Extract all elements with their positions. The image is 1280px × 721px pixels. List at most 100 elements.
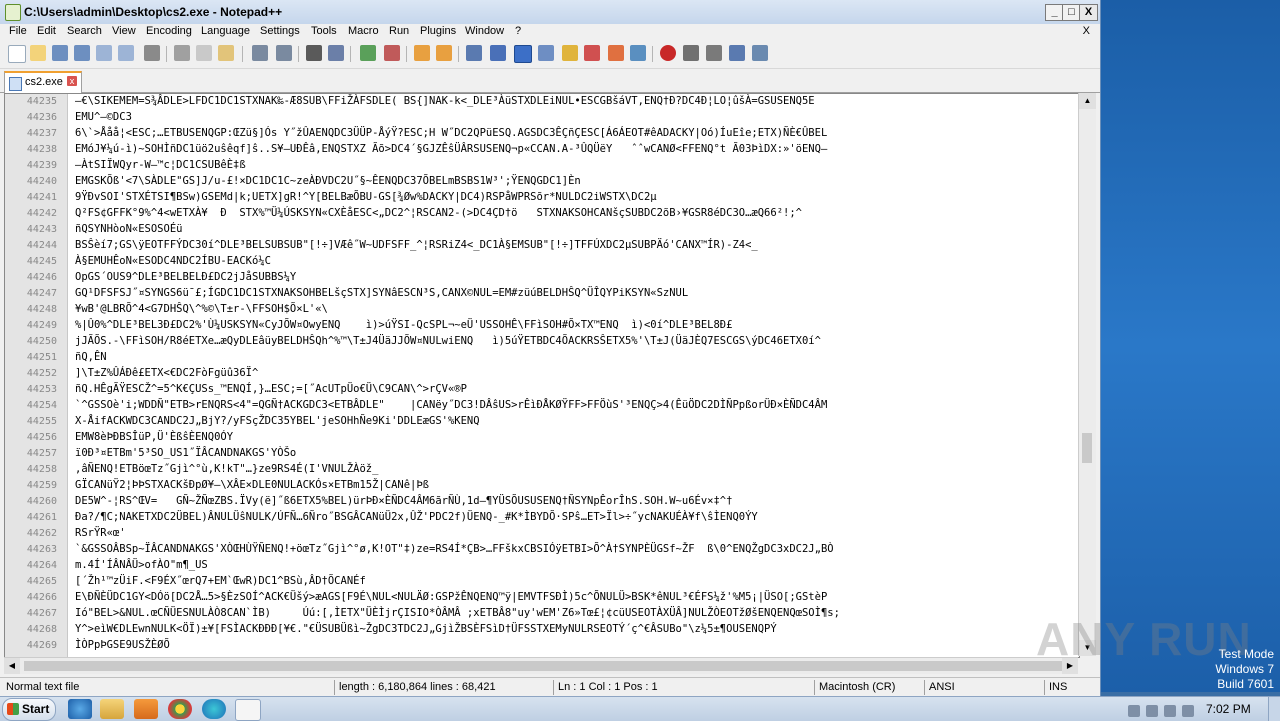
line-number: 44268: [26, 624, 57, 635]
cut-icon[interactable]: [174, 45, 190, 61]
undo-icon[interactable]: [252, 45, 268, 61]
editor-line: 44262 RSrŸR«œ': [5, 526, 1079, 542]
line-number: 44269: [26, 640, 57, 651]
chrome-icon[interactable]: [168, 699, 192, 719]
editor-line: 44249 %|Û0%^DLE³BEL3Ð£DC2%'Ù¼USKSYN«CyJÕW…: [5, 318, 1079, 334]
notepadpp-taskbar-icon[interactable]: [235, 699, 261, 721]
line-text: Ió"BEL>&NUL.œCÑÜESNULÀÒ8CAN`ÌB) Úú:[,ÌET…: [75, 607, 840, 619]
copy-icon[interactable]: [196, 45, 212, 61]
sync-vertical-icon[interactable]: [414, 45, 430, 61]
doc-map-icon[interactable]: [562, 45, 578, 61]
menu-edit[interactable]: Edit: [37, 25, 56, 37]
line-text: E\ÐÑÈÜDC1GY<DÓö[DC2Å…5>§ÈzSOÍ^ACK€Üšý>æA…: [75, 591, 828, 603]
menu-macro[interactable]: Macro: [348, 25, 379, 37]
print-icon[interactable]: [144, 45, 160, 61]
tab-close-icon[interactable]: x: [67, 76, 77, 86]
line-text: EMóJ¥¼ú-ì)~SOHÌñDC1üö2uŝêqf]ŝ..S¥–UÐÊâ,E…: [75, 143, 828, 155]
line-number: 44242: [26, 208, 57, 219]
vertical-scrollbar[interactable]: ▲ ▼: [1078, 93, 1096, 656]
replace-icon[interactable]: [328, 45, 344, 61]
explorer-icon[interactable]: [100, 699, 124, 719]
word-wrap-icon[interactable]: [466, 45, 482, 61]
editor-line: 44260 DE5W^-¦RS^ŒV= GÑ~ŽÑœZBS.ÏVy(ë]˝ß6ET…: [5, 494, 1079, 510]
indent-guide-icon[interactable]: [514, 45, 532, 63]
menu-language[interactable]: Language: [201, 25, 250, 37]
vertical-scroll-thumb[interactable]: [1082, 433, 1092, 463]
function-list-icon[interactable]: [584, 45, 600, 61]
run-macro-multiple-icon[interactable]: [729, 45, 745, 61]
status-file-type: Normal text file: [6, 681, 80, 693]
line-text: `^GSSOè'i;WDDÑ"ETB>rENQRS<4"=QGÑ†ACKGDC3…: [75, 399, 828, 411]
line-number: 44257: [26, 448, 57, 459]
tray-volume-icon[interactable]: [1164, 705, 1176, 717]
toolbar-separator: [458, 46, 459, 62]
horizontal-scroll-thumb[interactable]: [24, 661, 1064, 671]
show-all-characters-icon[interactable]: [490, 45, 506, 61]
menu-encoding[interactable]: Encoding: [146, 25, 192, 37]
close-document-button[interactable]: X: [1083, 25, 1090, 37]
playback-macro-icon[interactable]: [706, 45, 722, 61]
line-number: 44253: [26, 384, 57, 395]
tray-security-icon[interactable]: [1182, 705, 1194, 717]
save-macro-icon[interactable]: [752, 45, 768, 61]
menu-help[interactable]: ?: [515, 25, 521, 37]
menu-plugins[interactable]: Plugins: [420, 25, 456, 37]
toolbar-separator: [166, 46, 167, 62]
editor-line: 44258 ,âÑENQ!ETBöœTz˝Gjì^°ù,K!kT"…}ze9RS4…: [5, 462, 1079, 478]
close-file-icon[interactable]: [96, 45, 112, 61]
line-text: ]\T±Z%ÛÁÐê£ETX<€DC2FòFgüû36Ï^: [75, 367, 259, 379]
folder-as-workspace-icon[interactable]: [608, 45, 624, 61]
edge-icon[interactable]: [202, 699, 226, 719]
line-text: GÏCANüŸ2¦ÞÞSTXACKšÐpØ¥—\XÂE×DLE0NULACKÓs…: [75, 479, 430, 491]
horizontal-scrollbar[interactable]: ◀ ▶: [4, 657, 1078, 674]
toolbar-separator: [242, 46, 243, 62]
close-all-icon[interactable]: [118, 45, 134, 61]
zoom-in-icon[interactable]: [360, 45, 376, 61]
status-encoding: ANSI: [929, 681, 955, 693]
media-player-icon[interactable]: [134, 699, 158, 719]
find-icon[interactable]: [306, 45, 322, 61]
line-text: —ÀtSIÏWQyr-W—™c¦DC1CSUBêÈ‡ß: [75, 159, 246, 171]
start-button[interactable]: Start: [2, 698, 56, 721]
new-file-icon[interactable]: [8, 45, 26, 63]
save-all-icon[interactable]: [74, 45, 90, 61]
show-desktop-button[interactable]: [1268, 697, 1280, 721]
line-text: ,âÑENQ!ETBöœTz˝Gjì^°ù,K!kT"…}ze9RS4É(I'V…: [75, 463, 379, 475]
menu-tools[interactable]: Tools: [311, 25, 337, 37]
editor-line: 44250 jJÃÕS.-\FFìSOH/R8éETXe…æQyDLEâüyBEL…: [5, 334, 1079, 350]
windows-logo-icon: [7, 703, 19, 715]
menu-search[interactable]: Search: [67, 25, 102, 37]
line-number: 44238: [26, 144, 57, 155]
menu-settings[interactable]: Settings: [260, 25, 300, 37]
editor-line: 44256 EMW8èÞÐBSÎüP,Ü'ÈßŝÈENQ0ÓY: [5, 430, 1079, 446]
tab-cs2-exe[interactable]: cs2.exe x: [4, 71, 82, 93]
text-editor[interactable]: 44235 —€\SIKEMEM=S¾ÂDLE>LFDC1DC1STXNAK‰-Æ…: [4, 93, 1080, 658]
menu-window[interactable]: Window: [465, 25, 504, 37]
close-button[interactable]: X: [1079, 4, 1098, 21]
paste-icon[interactable]: [218, 45, 234, 61]
monitoring-icon[interactable]: [630, 45, 646, 61]
line-text: 6\`>Ååå¦<ESC;…ETBUSENQGP:ŒZü§]Ós Y˝žÛAEN…: [75, 127, 828, 139]
menu-view[interactable]: View: [112, 25, 136, 37]
line-number: 44254: [26, 400, 57, 411]
scroll-up-icon[interactable]: ▲: [1079, 93, 1096, 109]
menu-run[interactable]: Run: [389, 25, 409, 37]
line-number: 44243: [26, 224, 57, 235]
user-language-icon[interactable]: [538, 45, 554, 61]
sync-horizontal-icon[interactable]: [436, 45, 452, 61]
clock[interactable]: 7:02 PM: [1206, 702, 1251, 716]
record-macro-icon[interactable]: [660, 45, 676, 61]
stop-recording-icon[interactable]: [683, 45, 699, 61]
scroll-left-icon[interactable]: ◀: [4, 658, 20, 674]
zoom-out-icon[interactable]: [384, 45, 400, 61]
open-file-icon[interactable]: [30, 45, 46, 61]
tray-flag-icon[interactable]: [1128, 705, 1140, 717]
menu-file[interactable]: File: [9, 25, 27, 37]
tray-network-icon[interactable]: [1146, 705, 1158, 717]
redo-icon[interactable]: [276, 45, 292, 61]
line-number: 44250: [26, 336, 57, 347]
line-number: 44262: [26, 528, 57, 539]
ie-icon[interactable]: [68, 699, 92, 719]
file-icon: [9, 77, 22, 91]
save-icon[interactable]: [52, 45, 68, 61]
